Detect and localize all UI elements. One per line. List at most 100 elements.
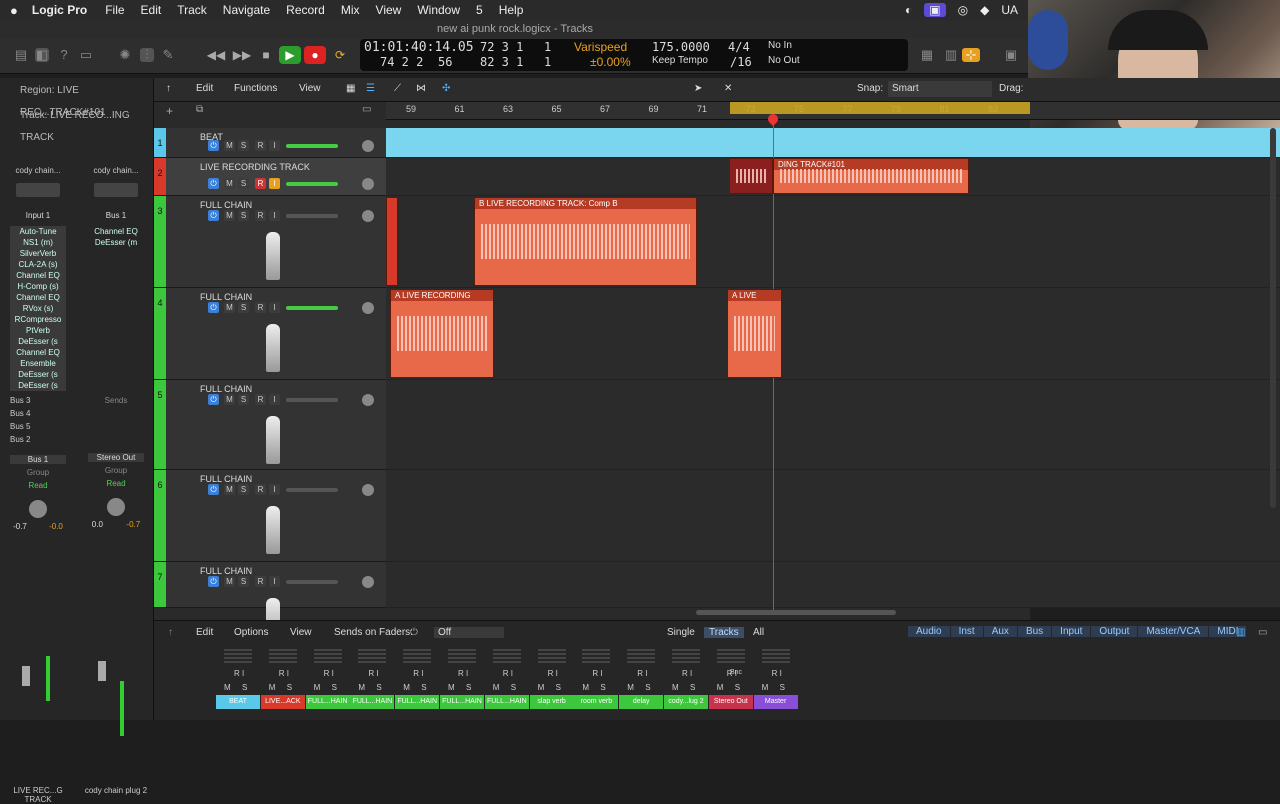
track-inspector-header[interactable]: Track: LIVE RECO...ING TRACK <box>0 105 154 143</box>
menu-view[interactable]: View <box>368 3 410 17</box>
volume-slider[interactable] <box>286 580 338 584</box>
track-header[interactable]: 3 FULL CHAIN ⏻ M S R I <box>154 196 386 288</box>
solo-button[interactable]: S <box>645 683 650 692</box>
plugin-slot[interactable]: DeEsser (s <box>10 336 66 347</box>
record-enable-button[interactable]: R I <box>324 669 334 678</box>
apple-icon[interactable]: ● <box>10 3 18 18</box>
duplicate-track-icon[interactable]: ⧉ <box>196 104 203 115</box>
mixer-edit-menu[interactable]: Edit <box>196 627 213 638</box>
plugin-slot[interactable]: Ensemble <box>10 358 66 369</box>
mixer-view-menu[interactable]: View <box>290 627 312 638</box>
pan-knob[interactable] <box>362 302 374 314</box>
status-icon[interactable]: ◐ <box>905 3 912 17</box>
track-name[interactable]: FULL CHAIN <box>200 200 252 210</box>
plugin-slot[interactable]: PtVerb <box>10 325 66 336</box>
track-name[interactable]: FULL CHAIN <box>200 474 252 484</box>
cycle-icon[interactable]: ⟳ <box>329 46 351 64</box>
plugin-slot[interactable]: Channel EQ <box>88 226 144 237</box>
view-tracks[interactable]: Tracks <box>704 627 744 638</box>
mixer-filter-bus[interactable]: Bus <box>1017 626 1052 637</box>
volume-fader-2[interactable] <box>98 661 106 681</box>
input-button[interactable]: I <box>269 210 280 221</box>
solo-button[interactable]: S <box>556 683 561 692</box>
catch-icon[interactable]: ✣ <box>442 83 450 94</box>
mixer-back-icon[interactable]: ↑ <box>168 627 173 638</box>
track-name[interactable]: FULL CHAIN <box>200 292 252 302</box>
rec-button[interactable]: R <box>255 484 266 495</box>
menu-5[interactable]: 5 <box>468 3 491 17</box>
horizontal-scrollbar[interactable] <box>696 610 896 615</box>
send-slot[interactable]: Bus 4 <box>10 408 66 419</box>
solo-button[interactable]: S <box>287 683 292 692</box>
mixer-filter-aux[interactable]: Aux <box>983 626 1017 637</box>
mixer-layout-icon[interactable]: ▥ <box>1236 627 1245 638</box>
mute-button[interactable]: M <box>538 683 545 692</box>
view-menu[interactable]: View <box>299 83 321 94</box>
solo-button[interactable]: S <box>690 683 695 692</box>
track-header[interactable]: 5 FULL CHAIN ⏻ M S R I <box>154 380 386 470</box>
power-button[interactable]: ⏻ <box>208 178 219 189</box>
pan-knob[interactable] <box>362 484 374 496</box>
mute-button[interactable]: M <box>314 683 321 692</box>
power-button[interactable]: ⏻ <box>208 394 219 405</box>
region-track4-a[interactable]: A LIVE RECORDING <box>390 289 494 378</box>
play-icon[interactable]: ▶ <box>279 46 301 64</box>
record-enable-button[interactable]: R I <box>234 669 244 678</box>
plugin-slot[interactable]: DeEsser (s <box>10 380 66 391</box>
automation-mode-2[interactable]: Read <box>80 479 152 488</box>
solo-button[interactable]: S <box>735 683 740 692</box>
volume-slider[interactable] <box>286 214 338 218</box>
mute-button[interactable]: M <box>224 140 235 151</box>
setting-button[interactable]: cody chain... <box>2 166 74 175</box>
status-icon-2[interactable]: ▣ <box>924 3 946 17</box>
menu-window[interactable]: Window <box>409 3 468 17</box>
power-button[interactable]: ⏻ <box>208 210 219 221</box>
menu-edit[interactable]: Edit <box>133 3 170 17</box>
plugin-slot[interactable]: Auto-Tune <box>10 226 66 237</box>
solo-button[interactable]: S <box>332 683 337 692</box>
mute-button[interactable]: M <box>358 683 365 692</box>
editor-icon[interactable]: ✎ <box>161 48 175 62</box>
mute-button[interactable]: M <box>672 683 679 692</box>
cycle-range[interactable] <box>730 102 1030 114</box>
power-button[interactable]: ⏻ <box>208 576 219 587</box>
plugin-slot[interactable]: CLA-2A (s) <box>10 259 66 270</box>
input-button[interactable]: I <box>269 576 280 587</box>
mute-button[interactable]: M <box>224 484 235 495</box>
solo-button[interactable]: S <box>238 484 249 495</box>
plugin-slot[interactable]: Channel EQ <box>10 347 66 358</box>
plugin-slot[interactable]: RVox (s) <box>10 303 66 314</box>
library-icon[interactable]: ▤ <box>14 48 28 62</box>
mute-button[interactable]: M <box>448 683 455 692</box>
sends-select[interactable]: Off <box>434 627 504 638</box>
group-slot-2[interactable]: Group <box>80 466 152 475</box>
input-button[interactable]: I <box>269 302 280 313</box>
plugin-slot[interactable]: NS1 (m) <box>10 237 66 248</box>
menu-navigate[interactable]: Navigate <box>215 3 278 17</box>
track-name[interactable]: LIVE RECORDING TRACK <box>200 162 310 172</box>
mixer-filter-input[interactable]: Input <box>1052 626 1091 637</box>
menu-mix[interactable]: Mix <box>333 3 368 17</box>
plugin-slot[interactable]: Channel EQ <box>10 270 66 281</box>
plugin-slot[interactable]: H-Comp (s) <box>10 281 66 292</box>
mute-button[interactable]: M <box>582 683 589 692</box>
help-icon[interactable]: ? <box>57 48 71 62</box>
track-header[interactable]: 7 FULL CHAIN ⏻ M S R I <box>154 562 386 646</box>
pan-knob[interactable] <box>362 210 374 222</box>
menu-file[interactable]: File <box>97 3 132 17</box>
mute-button[interactable]: M <box>224 576 235 587</box>
solo-button[interactable]: S <box>238 210 249 221</box>
volume-slider[interactable] <box>286 306 338 310</box>
region-inspector-header[interactable]: Region: LIVE REC...TRACK#101 <box>0 80 154 118</box>
rec-button[interactable]: R <box>255 576 266 587</box>
region-track4-b[interactable]: A LIVE <box>727 289 782 378</box>
solo-button[interactable]: S <box>238 576 249 587</box>
mute-button[interactable]: M <box>403 683 410 692</box>
mute-button[interactable]: M <box>627 683 634 692</box>
flex-icon[interactable]: ⋈ <box>416 83 426 94</box>
solo-button[interactable]: S <box>780 683 785 692</box>
mute-button[interactable]: M <box>224 178 235 189</box>
mute-button[interactable]: M <box>224 210 235 221</box>
group-slot[interactable]: Group <box>2 468 74 477</box>
track-name[interactable]: FULL CHAIN <box>200 384 252 394</box>
